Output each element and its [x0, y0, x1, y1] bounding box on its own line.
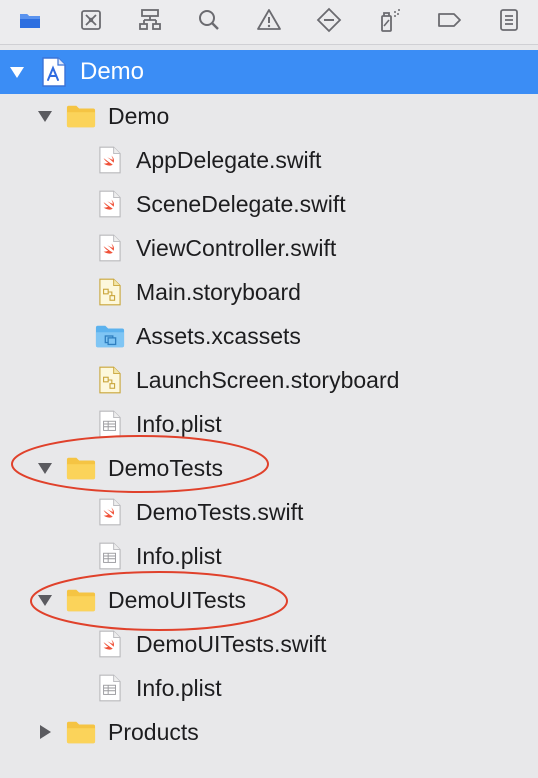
- navigator-toolbar: [0, 0, 538, 45]
- warning-icon: [256, 7, 282, 38]
- folder-icon: [65, 715, 97, 749]
- test-diamond-navigator-button[interactable]: [311, 4, 347, 40]
- folder-icon: [65, 99, 97, 133]
- report-list-navigator-button[interactable]: [491, 4, 527, 40]
- report-list-icon: [496, 7, 522, 38]
- navigator-row-viewcontroller-swift[interactable]: ViewController.swift: [0, 226, 538, 270]
- navigator-row-demotests-swift[interactable]: DemoTests.swift: [0, 490, 538, 534]
- navigator-item-label: Info.plist: [136, 675, 222, 701]
- navigator-row-products[interactable]: Products: [0, 710, 538, 754]
- navigator-item-label: ViewController.swift: [136, 235, 337, 261]
- disclosure-expanded-icon[interactable]: [36, 591, 54, 609]
- source-control-navigator-button[interactable]: [73, 4, 109, 40]
- navigator-row-demouitests-swift[interactable]: DemoUITests.swift: [0, 622, 538, 666]
- swift-file-icon: [94, 495, 126, 529]
- navigator-item-label: Products: [108, 719, 199, 745]
- folder-icon: [17, 7, 43, 38]
- navigator-row-info-plist[interactable]: Info.plist: [0, 666, 538, 710]
- xcode-project-icon: [38, 55, 70, 89]
- storyboard-file-icon: [94, 275, 126, 309]
- disclosure-expanded-icon[interactable]: [8, 63, 26, 81]
- source-control-icon: [78, 7, 104, 38]
- navigator-row-demo[interactable]: Demo: [0, 94, 538, 138]
- search-icon: [196, 7, 222, 38]
- navigator-row-demo[interactable]: Demo: [0, 50, 538, 94]
- breakpoint-tag-icon: [436, 7, 462, 38]
- folder-navigator-button[interactable]: [12, 4, 48, 40]
- debug-spray-icon: [376, 7, 402, 38]
- asset-catalog-icon: [94, 319, 126, 353]
- plist-file-icon: [94, 407, 126, 441]
- plist-file-icon: [94, 671, 126, 705]
- navigator-item-label: DemoTests.swift: [136, 499, 304, 525]
- navigator-row-launchscreen-storyboard[interactable]: LaunchScreen.storyboard: [0, 358, 538, 402]
- symbol-hierarchy-icon: [137, 7, 163, 38]
- symbol-hierarchy-navigator-button[interactable]: [132, 4, 168, 40]
- debug-spray-navigator-button[interactable]: [371, 4, 407, 40]
- navigator-row-scenedelegate-swift[interactable]: SceneDelegate.swift: [0, 182, 538, 226]
- navigator-item-label: Info.plist: [136, 543, 222, 569]
- navigator-item-label: Assets.xcassets: [136, 323, 301, 349]
- navigator-item-label: DemoUITests: [108, 587, 247, 613]
- swift-file-icon: [94, 231, 126, 265]
- navigator-row-assets-xcassets[interactable]: Assets.xcassets: [0, 314, 538, 358]
- navigator-row-info-plist[interactable]: Info.plist: [0, 402, 538, 446]
- test-diamond-icon: [316, 7, 342, 38]
- navigator-item-label: AppDelegate.swift: [136, 147, 322, 173]
- navigator-row-appdelegate-swift[interactable]: AppDelegate.swift: [0, 138, 538, 182]
- navigator-item-label: Demo: [80, 58, 145, 85]
- navigator-item-label: SceneDelegate.swift: [136, 191, 346, 217]
- navigator-row-demouitests[interactable]: DemoUITests: [0, 578, 538, 622]
- plist-file-icon: [94, 539, 126, 573]
- navigator-item-label: Main.storyboard: [136, 279, 301, 305]
- navigator-item-label: DemoUITests.swift: [136, 631, 327, 657]
- storyboard-file-icon: [94, 363, 126, 397]
- folder-icon: [65, 451, 97, 485]
- breakpoint-tag-navigator-button[interactable]: [431, 4, 467, 40]
- navigator-row-info-plist[interactable]: Info.plist: [0, 534, 538, 578]
- swift-file-icon: [94, 627, 126, 661]
- warning-navigator-button[interactable]: [251, 4, 287, 40]
- navigator-item-label: Demo: [108, 103, 170, 129]
- navigator-row-main-storyboard[interactable]: Main.storyboard: [0, 270, 538, 314]
- navigator-item-label: Info.plist: [136, 411, 222, 437]
- disclosure-expanded-icon[interactable]: [36, 107, 54, 125]
- swift-file-icon: [94, 143, 126, 177]
- disclosure-collapsed-icon[interactable]: [36, 723, 54, 741]
- navigator-item-label: LaunchScreen.storyboard: [136, 367, 400, 393]
- folder-icon: [65, 583, 97, 617]
- search-navigator-button[interactable]: [191, 4, 227, 40]
- navigator-row-demotests[interactable]: DemoTests: [0, 446, 538, 490]
- swift-file-icon: [94, 187, 126, 221]
- disclosure-expanded-icon[interactable]: [36, 459, 54, 477]
- navigator-item-label: DemoTests: [108, 455, 224, 481]
